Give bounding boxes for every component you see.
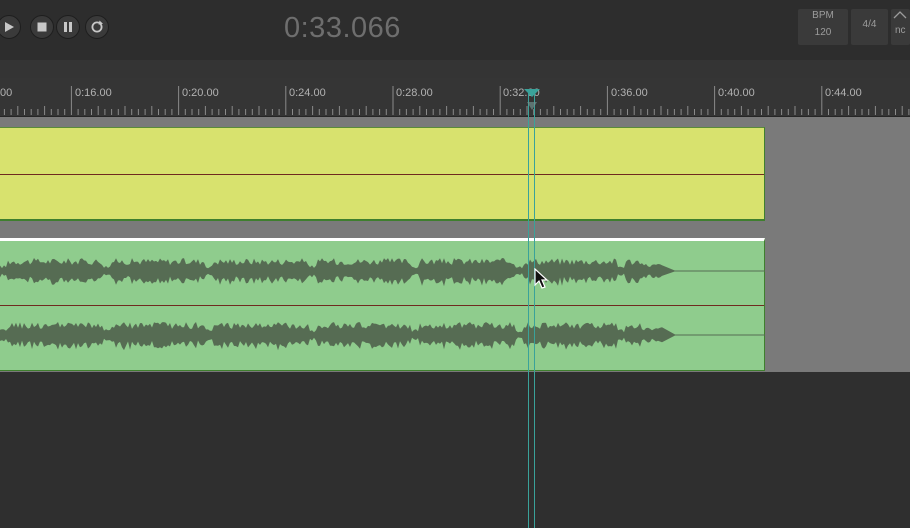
play-icon: [5, 22, 14, 32]
ruler-label: 0:16.00: [75, 87, 112, 99]
pause-icon: [64, 22, 72, 32]
loop-icon: [91, 20, 103, 33]
audio-track-clip[interactable]: [0, 238, 765, 371]
time-signature-value: 4/4: [862, 19, 877, 30]
playhead-marker-icon[interactable]: [523, 88, 541, 114]
snap-value: nc: [895, 25, 906, 36]
playhead[interactable]: [528, 92, 535, 528]
stop-button[interactable]: [30, 15, 54, 39]
transport-toolbar: 0:33.066 BPM 120 4/4 nc: [0, 0, 910, 60]
ruler-label: 0:24.00: [289, 87, 326, 99]
ruler-label: 0:20.00: [182, 87, 219, 99]
stop-icon: [37, 22, 47, 32]
ruler-ticks: [3, 86, 910, 115]
mouse-cursor-icon: [534, 268, 549, 289]
waveform-right-channel: [0, 322, 676, 351]
snap-chevron-icon: [893, 11, 907, 19]
time-signature-box[interactable]: 4/4: [851, 9, 888, 45]
yellow-track-clip[interactable]: [0, 127, 765, 221]
timeline-ruler[interactable]: 00 0:16.00 0:20.00 0:24.00 0:28.00 0:32.…: [0, 78, 910, 117]
ruler-label: 0:44.00: [825, 87, 862, 99]
header-strip: [0, 60, 910, 78]
ruler-label: 0:28.00: [396, 87, 433, 99]
tempo-value: 120: [814, 27, 832, 38]
snap-box[interactable]: nc: [891, 9, 910, 45]
loop-button[interactable]: [85, 15, 109, 39]
pause-button[interactable]: [56, 15, 80, 39]
ruler-label: 0:40.00: [718, 87, 755, 99]
play-button[interactable]: [0, 15, 21, 39]
waveform-left-channel: [0, 258, 676, 287]
ruler-label: 00: [0, 87, 13, 99]
tempo-box[interactable]: BPM 120: [798, 9, 848, 45]
ruler-label: 0:36.00: [611, 87, 648, 99]
time-display: 0:33.066: [284, 12, 401, 44]
audio-waveform: [0, 258, 765, 351]
clip-center-line: [0, 174, 764, 175]
tempo-label: BPM: [812, 10, 834, 21]
